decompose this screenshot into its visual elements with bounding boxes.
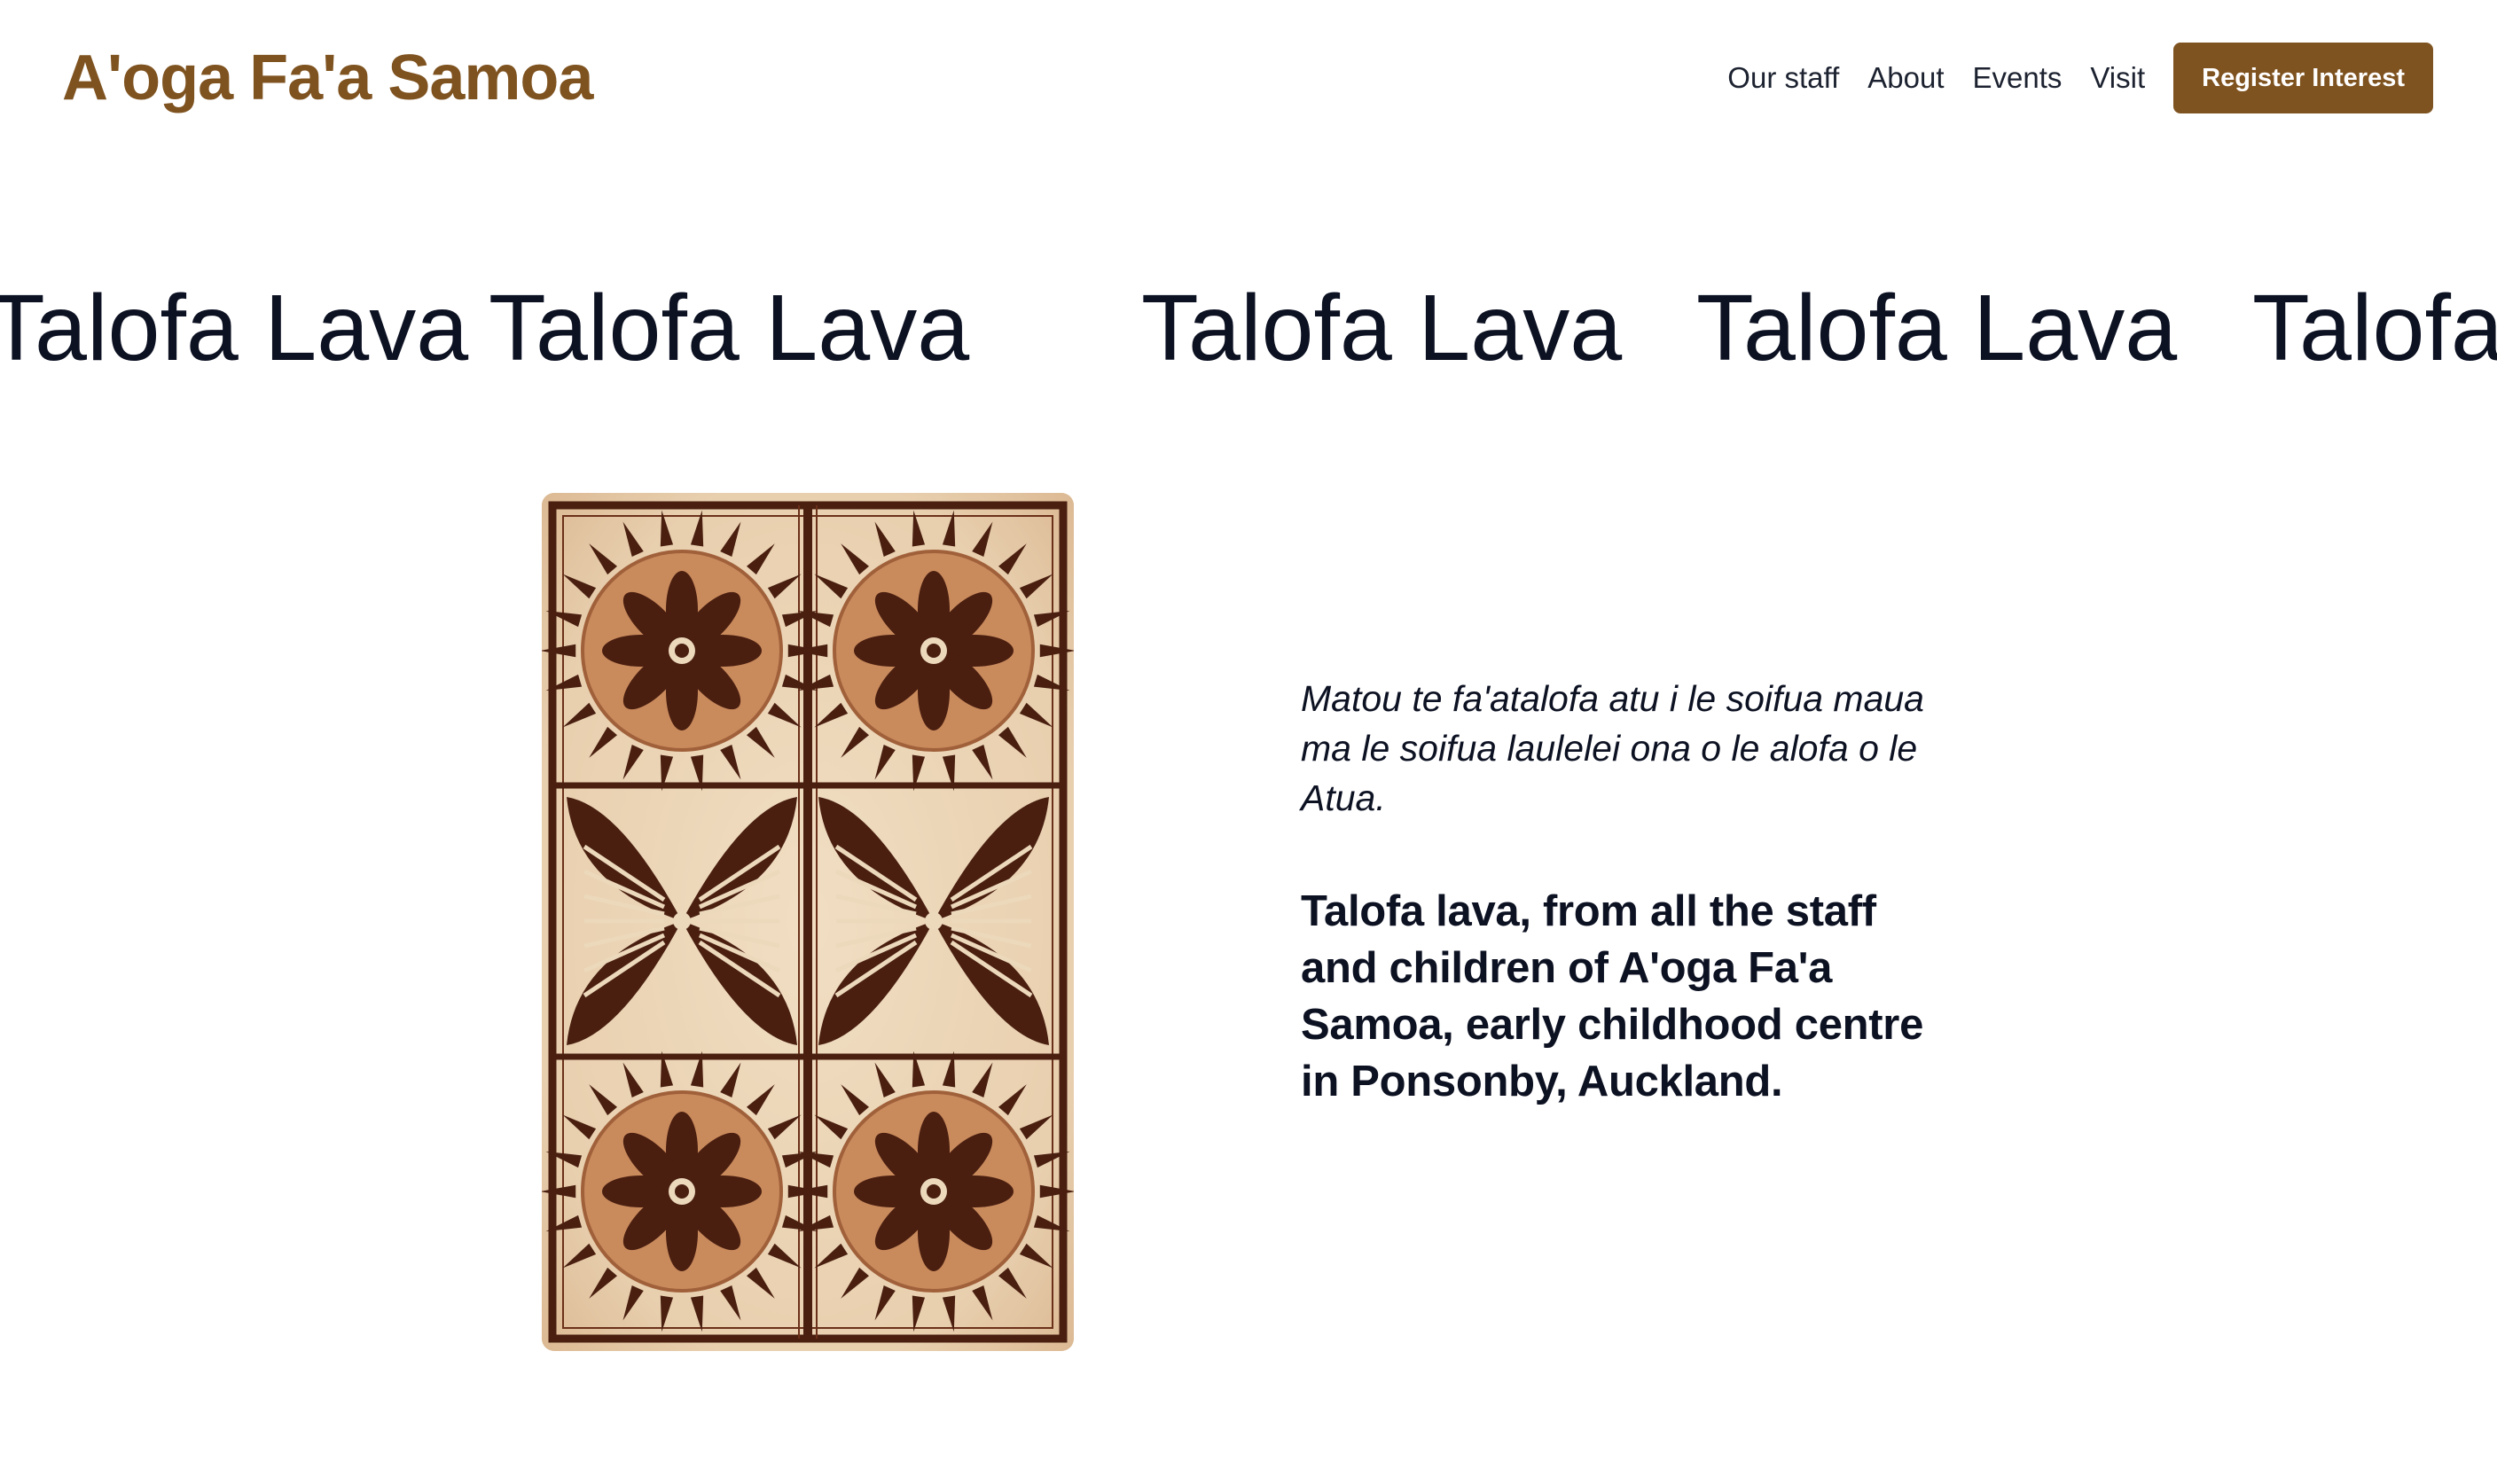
greeting-marquee: Talofa Lava Talofa Lava Talofa Lava Talo… [0, 266, 2497, 390]
register-interest-button[interactable]: Register Interest [2173, 43, 2433, 113]
main-nav: Our staff About Events Visit Register In… [1727, 43, 2433, 113]
site-header: A'oga Fa'a Samoa Our staff About Events … [0, 0, 2497, 156]
marquee-item: Talofa Lava [1141, 276, 1623, 380]
intro-copy: Matou te fa'atalofa atu i le soifua maua… [1301, 674, 1939, 1110]
site-logo-text[interactable]: A'oga Fa'a Samoa [62, 35, 593, 121]
marquee-item: Talofa Lava [0, 276, 469, 380]
intro-welcome-text: Talofa lava, from all the staff and chil… [1301, 887, 1924, 1105]
marquee-item: Talofa Lava [1696, 276, 2178, 380]
nav-link-visit[interactable]: Visit [2090, 61, 2145, 95]
intro-samoan-text: Matou te fa'atalofa atu i le soifua maua… [1301, 678, 1924, 818]
nav-link-about[interactable]: About [1867, 61, 1944, 95]
nav-link-our-staff[interactable]: Our staff [1727, 61, 1839, 95]
nav-link-events[interactable]: Events [1973, 61, 2063, 95]
siapo-pattern-image [542, 493, 1074, 1351]
marquee-item: Talofa Lava [489, 276, 970, 380]
marquee-item: Talofa Lava [2252, 276, 2497, 380]
siapo-image [542, 493, 1074, 1351]
